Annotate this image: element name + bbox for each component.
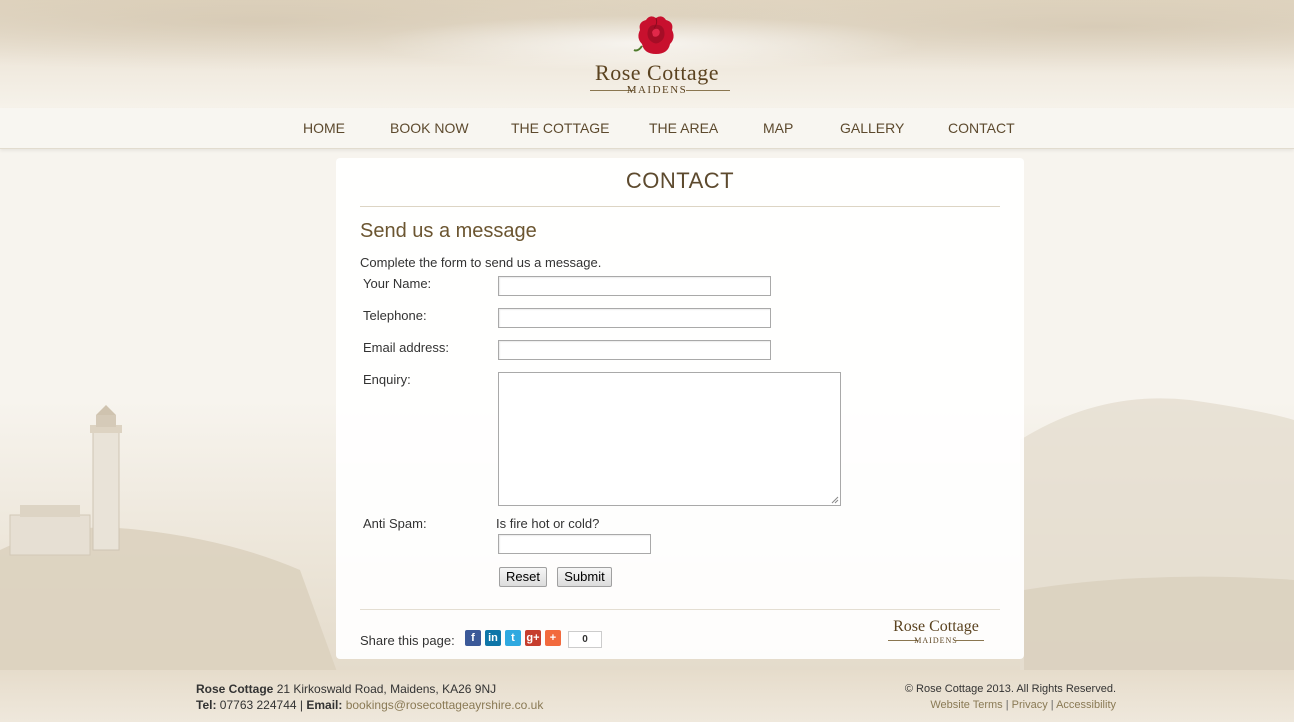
site-logo[interactable]: Rose Cottage Maidens [576,12,738,100]
footer-logo-divider [954,640,984,641]
addthis-icon[interactable]: + [545,630,561,646]
page-title: CONTACT [625,168,735,193]
antispam-question: Is fire hot or cold? [496,516,600,531]
share-label: Share this page: [360,633,455,648]
telephone-input[interactable] [498,308,771,328]
footer-business-name: Rose Cottage [196,682,274,696]
title-divider [360,206,1000,207]
nav-contact[interactable]: CONTACT [948,120,1015,136]
nav-home[interactable]: HOME [303,120,345,136]
enquiry-textarea[interactable] [498,372,841,506]
nav-gallery[interactable]: GALLERY [840,120,904,136]
nav-the-cottage[interactable]: THE COTTAGE [511,120,610,136]
footer-address-line: Rose Cottage 21 Kirkoswald Road, Maidens… [196,682,496,696]
antispam-input[interactable] [498,534,651,554]
email-label: Email address: [363,340,449,355]
privacy-link[interactable]: Privacy [1012,699,1048,711]
footer-tel-label: Tel: [196,698,217,712]
section-title: Send us a message [360,220,537,242]
rose-icon [633,16,674,54]
name-label: Your Name: [363,276,432,291]
nav-book-now[interactable]: BOOK NOW [390,120,469,136]
website-terms-link[interactable]: Website Terms [930,699,1002,711]
email-input[interactable] [498,340,771,360]
nav-the-area[interactable]: THE AREA [649,120,718,136]
footer-copyright: © Rose Cottage 2013. All Rights Reserved… [904,683,1116,695]
footer-links: Website Terms | Privacy | Accessibility [930,699,1116,711]
footer-divider [360,609,1000,610]
site-footer: Rose Cottage 21 Kirkoswald Road, Maidens… [0,670,1294,722]
footer-email-label: Email: [306,698,343,712]
submit-button[interactable]: Submit [557,567,612,587]
content-panel: CONTACT Send us a message Complete the f… [336,158,1024,659]
twitter-icon[interactable]: t [505,630,521,646]
antispam-label: Anti Spam: [363,516,427,531]
enquiry-label: Enquiry: [363,372,411,387]
main-nav: HOME BOOK NOW THE COTTAGE THE AREA MAP G… [0,108,1294,149]
google-plus-icon[interactable]: g+ [525,630,541,646]
footer-contact-line: Tel: 07763 224744 | Email: bookings@rose… [196,698,544,712]
name-input[interactable] [498,276,771,296]
footer-address: 21 Kirkoswald Road, Maidens, KA26 9NJ [276,682,497,696]
form-intro: Complete the form to send us a message. [360,255,602,270]
footer-tel: 07763 224744 [219,698,297,712]
share-count: 0 [568,631,602,648]
resize-handle-icon[interactable] [831,496,839,504]
reset-button[interactable]: Reset [499,567,547,587]
footer-logo: Rose Cottage Maidens [876,618,996,648]
accessibility-link[interactable]: Accessibility [1056,699,1116,711]
linkedin-icon[interactable]: in [485,630,501,646]
footer-logo-name: Rose Cottage [893,618,979,635]
nav-map[interactable]: MAP [763,120,793,136]
logo-divider [686,90,730,91]
telephone-label: Telephone: [363,308,427,323]
logo-name: Rose Cottage [595,60,719,85]
facebook-icon[interactable]: f [465,630,481,646]
footer-email-link[interactable]: bookings@rosecottageayrshire.co.uk [346,698,544,712]
